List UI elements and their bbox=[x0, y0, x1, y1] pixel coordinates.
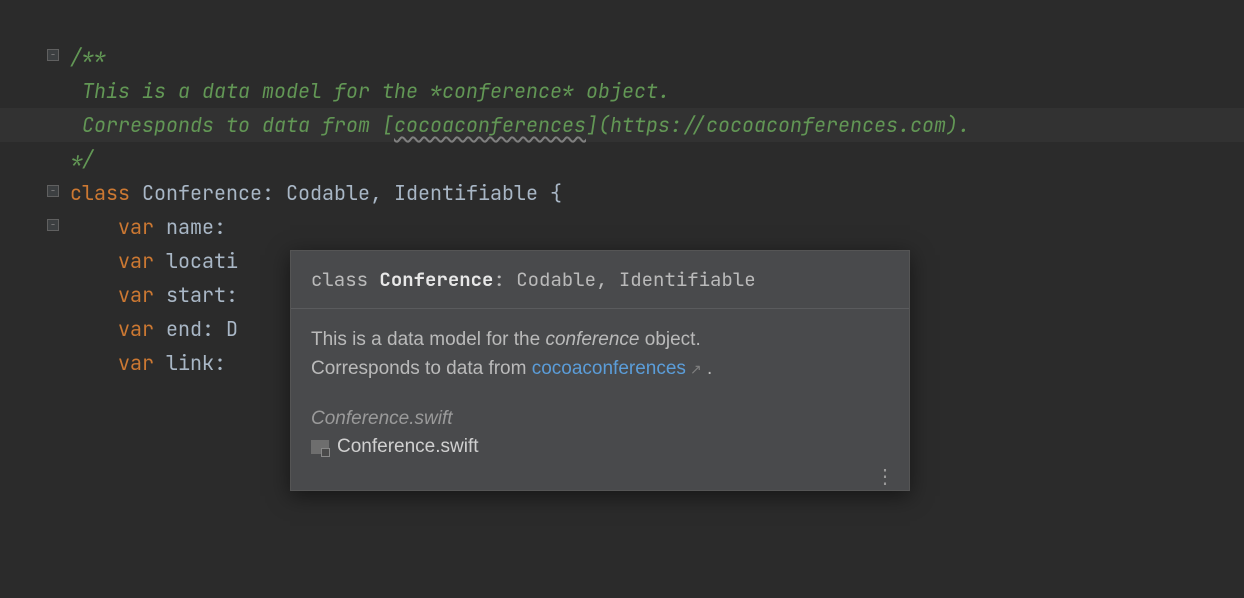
popup-signature: class Conference: Codable, Identifiable bbox=[291, 251, 909, 309]
popup-file-section: Conference.swift Conference.swift bbox=[291, 408, 909, 468]
code-line: /** bbox=[0, 40, 1244, 74]
popup-body: This is a data model for the conference … bbox=[291, 309, 909, 394]
external-link-icon: ↗ bbox=[690, 361, 702, 377]
more-menu-icon[interactable]: ⋮ bbox=[875, 474, 895, 480]
doc-url: https://cocoaconferences.com bbox=[610, 112, 946, 138]
code-line: This is a data model for the *conference… bbox=[0, 74, 1244, 108]
doc-text: Corresponds to data from [ bbox=[70, 112, 394, 138]
code-line: */ bbox=[0, 142, 1244, 176]
fold-icon[interactable]: − bbox=[45, 47, 61, 63]
code-line-highlighted: Corresponds to data from [cocoaconferenc… bbox=[0, 108, 1244, 142]
code-line-var: var name: bbox=[0, 210, 1244, 244]
file-row[interactable]: Conference.swift bbox=[311, 436, 889, 458]
doc-close: */ bbox=[70, 146, 94, 172]
fold-icon[interactable]: − bbox=[45, 183, 61, 199]
folder-icon bbox=[311, 440, 329, 454]
quick-doc-popup[interactable]: class Conference: Codable, Identifiable … bbox=[290, 250, 910, 491]
file-name: Conference.swift bbox=[337, 436, 479, 458]
doc-text: This is a data model for the *conference… bbox=[70, 78, 670, 104]
doc-external-link[interactable]: cocoaconferences↗ bbox=[532, 358, 702, 379]
fold-icon[interactable]: − bbox=[45, 217, 61, 233]
doc-open: /** bbox=[70, 44, 106, 70]
code-line-class: class Conference: Codable, Identifiable … bbox=[0, 176, 1244, 210]
file-title: Conference.swift bbox=[311, 408, 889, 430]
doc-link[interactable]: cocoaconferences bbox=[394, 112, 586, 138]
